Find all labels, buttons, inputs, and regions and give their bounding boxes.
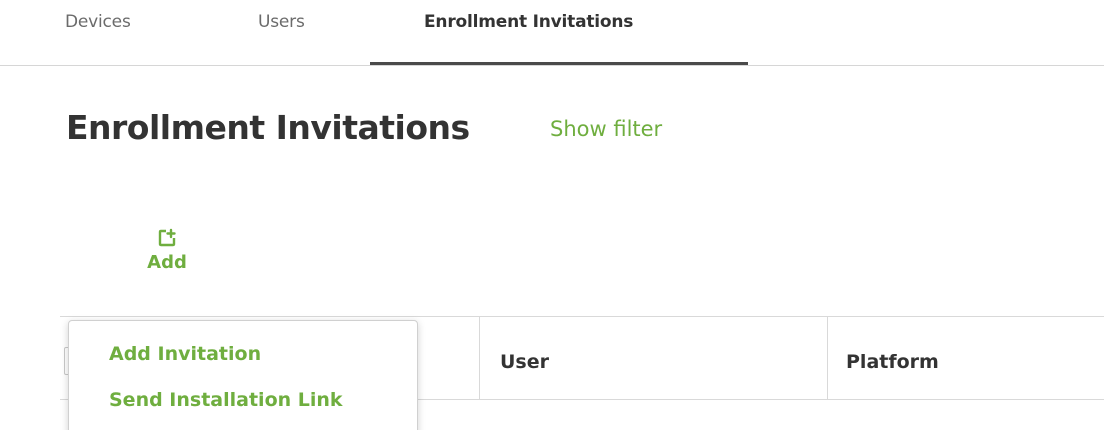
column-divider <box>479 317 480 399</box>
tab-devices-label: Devices <box>65 12 131 32</box>
menu-item-send-installation-link[interactable]: Send Installation Link <box>109 389 343 411</box>
tab-users-label: Users <box>258 12 305 32</box>
column-header-platform[interactable]: Platform <box>846 351 939 373</box>
add-document-icon <box>140 228 194 248</box>
enrollment-invitations-page: Devices Users Enrollment Invitations Enr… <box>0 0 1104 430</box>
menu-item-add-invitation[interactable]: Add Invitation <box>109 343 261 365</box>
add-dropdown-menu: Add Invitation Send Installation Link <box>68 320 418 430</box>
page-title: Enrollment Invitations <box>66 108 470 147</box>
tab-enrollment-invitations[interactable]: Enrollment Invitations <box>370 0 748 65</box>
tab-bar: Devices Users Enrollment Invitations <box>0 0 1104 66</box>
column-header-user[interactable]: User <box>500 351 549 373</box>
show-filter-link[interactable]: Show filter <box>550 117 662 141</box>
add-button[interactable]: Add <box>140 228 194 290</box>
add-button-label: Add <box>147 252 187 273</box>
column-divider <box>827 317 828 399</box>
tab-users[interactable]: Users <box>258 0 305 64</box>
tab-enrollment-invitations-label: Enrollment Invitations <box>424 12 634 32</box>
tab-devices[interactable]: Devices <box>65 0 131 64</box>
